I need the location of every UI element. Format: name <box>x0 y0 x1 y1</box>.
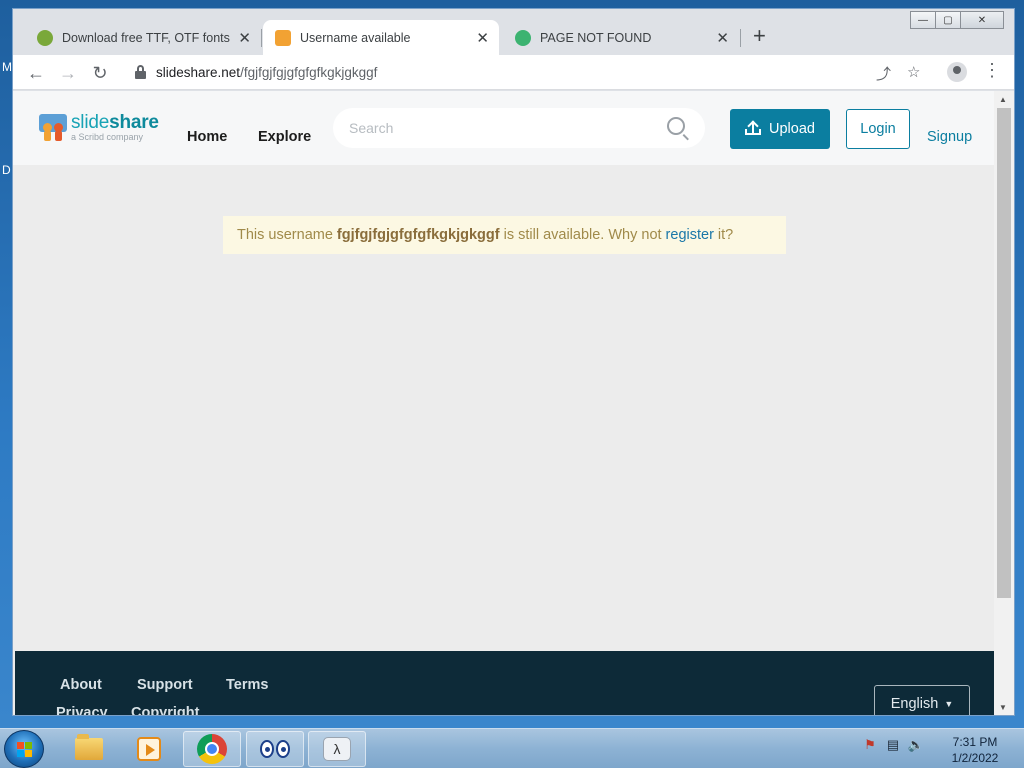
login-label: Login <box>860 121 896 137</box>
url-path: /fgjfgjfgjgfgfgfkgkjgkggf <box>240 65 378 80</box>
slideshare-favicon-icon <box>275 29 291 46</box>
scroll-up-icon[interactable]: ▲ <box>999 95 1007 104</box>
back-arrow-icon[interactable]: ← <box>23 60 49 86</box>
clock-time: 7:31 PM <box>952 735 998 749</box>
volume-icon[interactable]: 🔈 <box>908 737 924 753</box>
footer-support-link[interactable]: Support <box>137 677 193 693</box>
taskbar-explorer[interactable] <box>60 731 118 767</box>
notice-prefix: This username <box>237 227 333 243</box>
system-tray: ⚑ ▤ 🔈 <box>862 737 924 753</box>
site-header: slideshare a Scribd company Home Explore… <box>13 91 994 165</box>
window-controls: — ▢ ✕ <box>910 11 1004 29</box>
chrome-icon <box>197 734 227 764</box>
nav-home-link[interactable]: Home <box>187 129 227 145</box>
tab-page-not-found[interactable]: PAGE NOT FOUND ✕ <box>503 20 739 55</box>
browser-toolbar: ← → ↻ slideshare.net/fgjfgjfgjgfgfgfkgkj… <box>13 55 1014 90</box>
footer-terms-link[interactable]: Terms <box>226 677 268 693</box>
slideshare-logo[interactable]: slideshare a Scribd company <box>39 112 159 142</box>
tab-username-available[interactable]: Username available ✕ <box>263 20 499 55</box>
footer-copyright-link[interactable]: Copyright <box>131 705 199 715</box>
start-button[interactable] <box>4 730 44 768</box>
star-icon[interactable]: ☆ <box>907 63 920 81</box>
taskbar-lambda-app[interactable]: λ <box>308 731 366 767</box>
login-button[interactable]: Login <box>846 109 910 149</box>
logo-word-bold: share <box>109 111 159 133</box>
tab-separator <box>261 29 262 47</box>
fonts-favicon-icon <box>37 29 53 46</box>
taskbar: λ ⚑ ▤ 🔈 7:31 PM 1/2/2022 <box>0 728 1024 768</box>
notice-middle: is still available. Why not <box>503 227 662 243</box>
tab-strip: Download free TTF, OTF fonts | C ✕ Usern… <box>13 9 1014 55</box>
system-clock[interactable]: 7:31 PM 1/2/2022 <box>938 734 1012 766</box>
notice-suffix: it? <box>717 227 734 243</box>
tab-title: Download free TTF, OTF fonts | C <box>62 30 234 45</box>
eyes-icon <box>260 740 290 758</box>
language-select[interactable]: English ▼ <box>874 685 970 715</box>
logo-text: slideshare a Scribd company <box>71 113 159 142</box>
page-favicon-icon <box>515 29 531 46</box>
reload-icon[interactable]: ↻ <box>87 60 113 86</box>
close-tab-icon[interactable]: ✕ <box>716 29 729 47</box>
close-tab-icon[interactable]: ✕ <box>476 29 489 47</box>
new-tab-button[interactable]: + <box>753 24 766 48</box>
notice-username: fgjfgjfgjgfgfgfkgkjgkggf <box>336 227 500 243</box>
taskbar-chrome[interactable] <box>183 731 241 767</box>
desktop-label: D <box>2 163 11 177</box>
clock-date: 1/2/2022 <box>951 751 999 765</box>
desktop-label: M <box>2 60 12 74</box>
lock-icon[interactable] <box>135 65 146 79</box>
upload-label: Upload <box>769 121 815 137</box>
forward-arrow-icon[interactable]: → <box>55 60 81 86</box>
action-center-flag-icon[interactable]: ⚑ <box>862 737 878 753</box>
menu-icon[interactable]: ⋮ <box>983 60 1001 81</box>
register-link[interactable]: register <box>666 227 714 243</box>
close-tab-icon[interactable]: ✕ <box>238 29 251 47</box>
scroll-thumb[interactable] <box>997 108 1011 598</box>
site-footer: About Support Terms Privacy Copyright En… <box>15 651 994 715</box>
folder-icon <box>75 734 103 760</box>
logo-word-light: slide <box>71 111 110 133</box>
tab-title: Username available <box>300 30 411 45</box>
page-scrollbar[interactable]: ▲ ▼ <box>994 91 1014 715</box>
language-label: English <box>890 696 939 712</box>
minimize-button[interactable]: — <box>910 11 936 29</box>
upload-button[interactable]: Upload <box>730 109 830 149</box>
signup-link[interactable]: Signup <box>927 129 972 145</box>
search-box <box>333 108 705 148</box>
nav-explore-link[interactable]: Explore <box>258 129 311 145</box>
footer-about-link[interactable]: About <box>60 677 102 693</box>
media-player-icon <box>137 737 161 761</box>
footer-privacy-link[interactable]: Privacy <box>56 705 108 715</box>
taskbar-media-player[interactable] <box>120 731 178 767</box>
scroll-down-icon[interactable]: ▼ <box>999 703 1007 712</box>
url-text[interactable]: slideshare.net/fgjfgjfgjgfgfgfkgkjgkggf <box>156 65 377 80</box>
tab-separator <box>740 29 741 47</box>
slideshare-logo-icon <box>39 112 67 142</box>
share-icon[interactable]: ⤴ <box>876 63 891 84</box>
search-input[interactable] <box>349 118 649 138</box>
address-bar[interactable]: slideshare.net/fgjfgjfgjgfgfgfkgkjgkggf … <box>125 59 995 87</box>
upload-icon <box>745 120 762 137</box>
profile-icon[interactable] <box>947 62 967 82</box>
network-icon[interactable]: ▤ <box>885 737 901 753</box>
tab-fonts[interactable]: Download free TTF, OTF fonts | C ✕ <box>25 20 261 55</box>
logo-subtitle: a Scribd company <box>71 131 144 142</box>
search-icon[interactable] <box>667 117 685 135</box>
lambda-icon: λ <box>323 737 351 761</box>
url-host: slideshare.net <box>156 65 241 80</box>
caret-down-icon: ▼ <box>944 699 954 709</box>
close-window-button[interactable]: ✕ <box>960 11 1004 29</box>
maximize-button[interactable]: ▢ <box>935 11 961 29</box>
username-available-notice: This username fgjfgjfgjgfgfgfkgkjgkggf i… <box>223 216 786 254</box>
taskbar-eyes-app[interactable] <box>246 731 304 767</box>
windows-logo-icon <box>17 742 33 758</box>
web-page: slideshare a Scribd company Home Explore… <box>13 91 994 715</box>
tab-title: PAGE NOT FOUND <box>540 30 652 45</box>
browser-window: Download free TTF, OTF fonts | C ✕ Usern… <box>12 8 1015 716</box>
